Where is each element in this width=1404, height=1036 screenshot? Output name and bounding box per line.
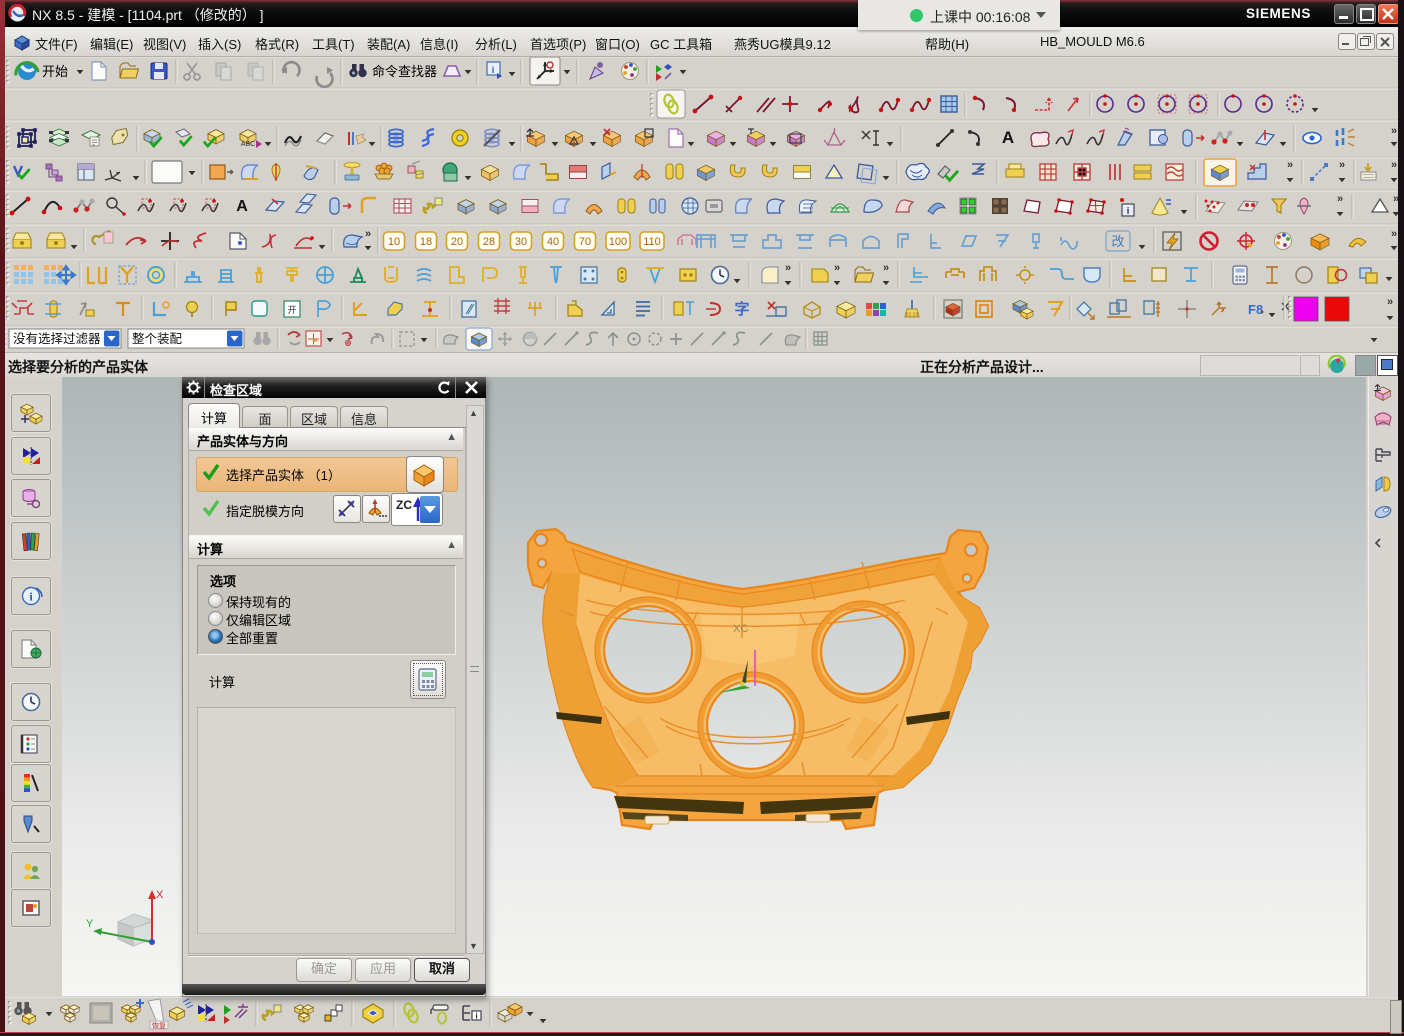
svg-text:100: 100 <box>609 236 627 248</box>
svg-text:字: 字 <box>734 300 749 318</box>
svg-text:开始: 开始 <box>42 64 68 79</box>
svg-text:»: » <box>1391 125 1397 137</box>
svg-text:Y: Y <box>86 918 94 930</box>
svg-text:»: » <box>1339 159 1345 171</box>
svg-text:A: A <box>236 198 248 215</box>
svg-text:18: 18 <box>420 236 432 248</box>
svg-text:10: 10 <box>388 236 400 248</box>
svg-text:开: 开 <box>287 305 296 315</box>
svg-text:F8: F8 <box>1248 302 1263 317</box>
svg-text:»: » <box>1391 228 1397 240</box>
svg-text:没有选择过滤器: 没有选择过滤器 <box>13 331 101 346</box>
svg-text:改: 改 <box>1111 234 1124 249</box>
svg-text:30: 30 <box>515 236 527 248</box>
svg-text:i: i <box>492 65 495 75</box>
svg-text:»: » <box>785 262 791 274</box>
svg-text:»: » <box>1387 296 1393 308</box>
svg-text:70: 70 <box>579 236 591 248</box>
svg-text:整个装配: 整个装配 <box>132 331 183 346</box>
svg-text:命令查找器: 命令查找器 <box>372 64 437 79</box>
svg-text:20: 20 <box>451 236 463 248</box>
svg-text:A: A <box>1002 128 1014 147</box>
svg-text:110: 110 <box>643 236 661 248</box>
svg-text:恢复: 恢复 <box>152 1021 166 1030</box>
svg-text:ABC: ABC <box>241 141 255 148</box>
svg-text:»: » <box>1287 159 1293 171</box>
svg-text:»: » <box>365 228 371 240</box>
svg-text:X: X <box>156 889 164 901</box>
svg-text:28: 28 <box>483 236 495 248</box>
svg-text:»: » <box>883 262 889 274</box>
svg-text:»: » <box>1391 159 1397 171</box>
svg-text:40: 40 <box>547 236 559 248</box>
svg-text:»: » <box>1337 193 1343 205</box>
svg-text:»: » <box>834 262 840 274</box>
svg-text:XC: XC <box>733 623 748 635</box>
